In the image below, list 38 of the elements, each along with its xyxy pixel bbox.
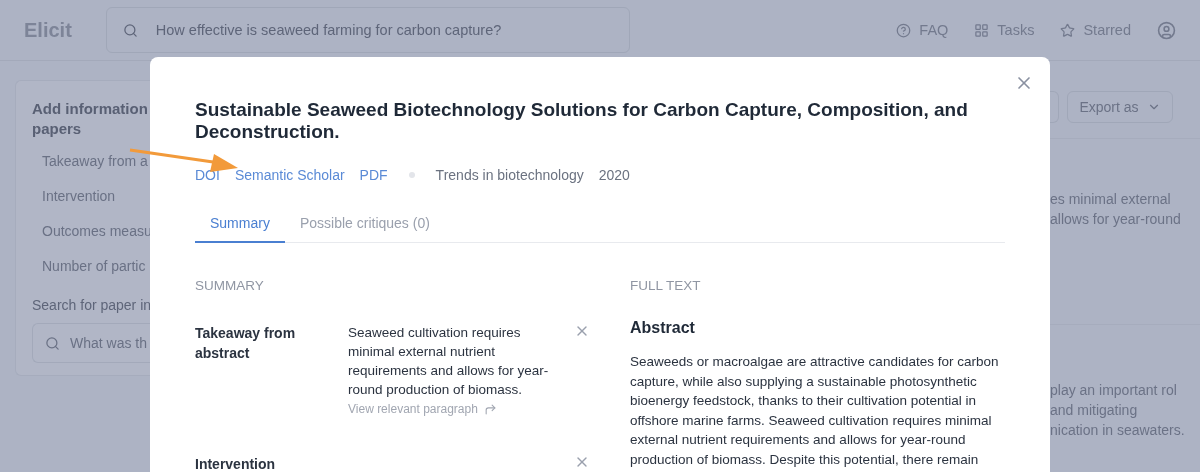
abstract-heading: Abstract — [630, 319, 696, 337]
user-icon[interactable] — [1157, 20, 1176, 40]
source-link[interactable]: PDF — [359, 167, 388, 183]
section-heading: SUMMARY — [195, 278, 265, 293]
tab[interactable]: Summary — [195, 207, 285, 243]
search-field[interactable]: How effective is seaweed farming for carbon capture? — [105, 7, 630, 53]
nav-link[interactable]: Starred — [1060, 22, 1131, 38]
section-heading: FULL TEXT — [630, 278, 702, 293]
publication-year: 2020 — [598, 167, 630, 183]
field-label: Intervention — [195, 455, 277, 472]
nav-label[interactable]: Starred — [1083, 22, 1131, 38]
nav-link[interactable]: Tasks — [974, 22, 1035, 38]
panel-title: Add information — [32, 99, 149, 119]
relevant-paragraph-link[interactable]: View relevant paragraph — [348, 402, 558, 416]
tab[interactable]: Possible critiques (0) — [284, 207, 445, 243]
column-option[interactable]: Takeaway from a — [42, 153, 150, 174]
field-label: Takeaway from abstract — [195, 324, 297, 363]
share-arrow-icon — [483, 402, 497, 416]
field-value: Seaweed cultivation requires minimal external nutrient requirements and allows for year-round production of biomass. — [348, 324, 550, 399]
search-icon — [45, 335, 60, 351]
journal-name: Trends in biotechnology — [435, 167, 584, 183]
abstract-text: Seaweeds or macroalgae are attractive candidates for carbon capture, while also supplying a sustainable photosynthetic bioenergy feedstock, thanks to their cultivation potential in offshore marine farms. Seaweed cultivation requires minimal external nutrient requirements and allows for year-round production of biomass. Despite this potential, there remain — [630, 353, 1000, 469]
nav-link[interactable]: FAQ — [896, 22, 949, 38]
search-icon — [122, 22, 138, 38]
search-label: Search for paper in — [32, 297, 150, 313]
paper-title: Sustainable Seaweed Biotechnology Solutions for Carbon Capture, Composition, and Deconstruction. — [195, 99, 969, 143]
export-button[interactable]: Export as — [1067, 91, 1173, 123]
nav-label[interactable]: Tasks — [997, 22, 1035, 38]
source-link[interactable]: Semantic Scholar — [234, 167, 345, 183]
column-option[interactable]: Intervention — [42, 188, 150, 209]
column-option[interactable]: Number of partic — [42, 258, 150, 279]
help-icon — [896, 22, 912, 38]
nav-label[interactable]: FAQ — [919, 22, 949, 38]
source-link[interactable]: DOI — [195, 167, 220, 183]
grid-icon — [974, 22, 990, 38]
star-icon — [1060, 22, 1076, 38]
separator-dot — [408, 172, 415, 178]
panel-title: papers — [32, 119, 83, 139]
